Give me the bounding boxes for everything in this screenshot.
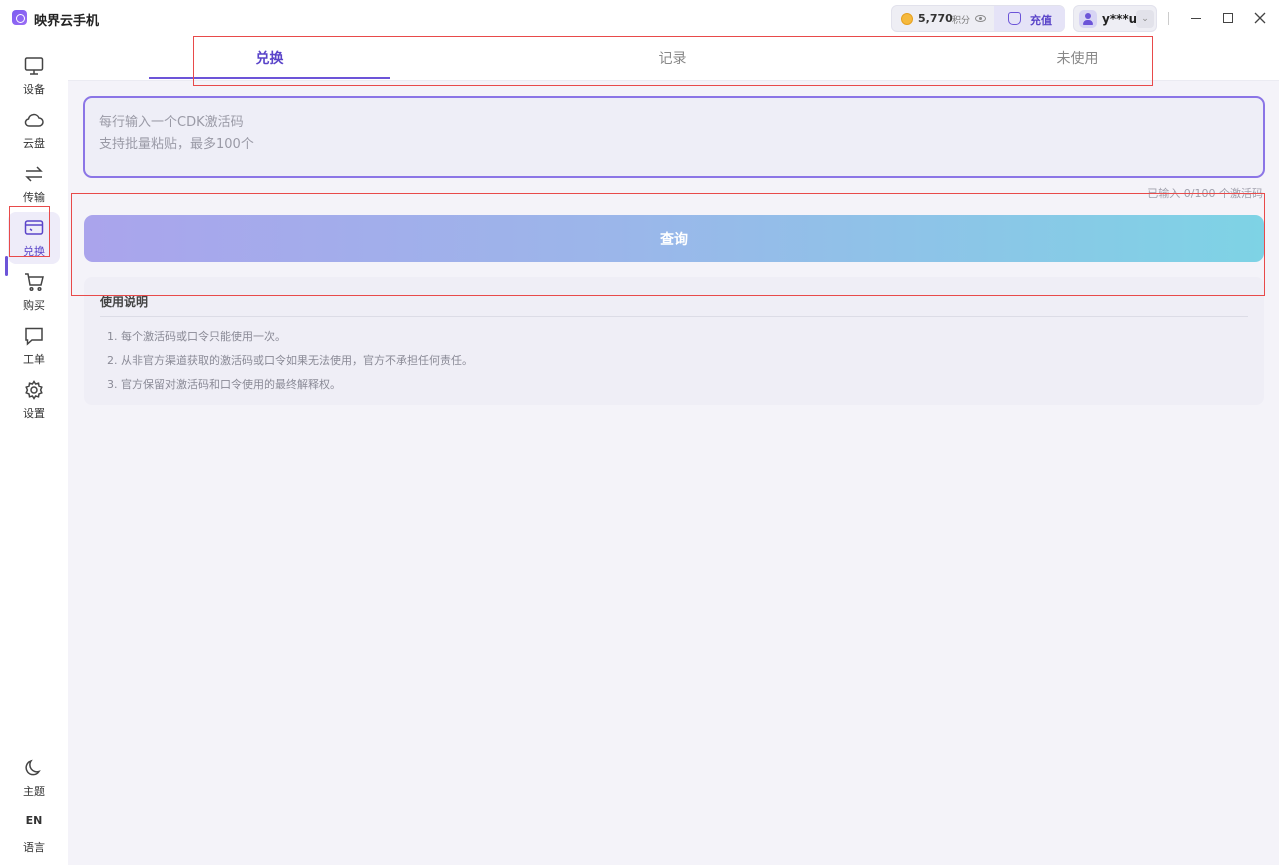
sidebar-item-label: 设备 [23, 83, 45, 96]
redeem-icon [24, 220, 44, 235]
sidebar-item-label: 云盘 [23, 137, 45, 150]
tab-unused[interactable]: 未使用 [957, 36, 1198, 81]
title-bar: 映界云手机 5,770 积分 充值 y***u ⌄ [0, 0, 1280, 36]
sidebar-item-label: 购买 [23, 299, 45, 312]
sidebar-item-settings[interactable]: 设置 [8, 374, 60, 426]
main-content: 兑换 记录 未使用 已输入 0/100 个激活码 查询 使用说明 1. 每个激活… [68, 36, 1279, 865]
avatar-icon [1079, 10, 1097, 28]
usage-title: 使用说明 [100, 295, 149, 309]
sidebar: 设备 云盘 传输 兑换 购买 工单 设置 主题 EN 语言 [0, 36, 68, 866]
sidebar-item-label: 设置 [23, 407, 45, 420]
usage-line: 2. 从非官方渠道获取的激活码或口令如果无法使用，官方不承担任何责任。 [107, 354, 473, 367]
points-value: 5,770 [918, 12, 953, 25]
transfer-icon [25, 166, 43, 182]
sidebar-item-devices[interactable]: 设备 [8, 50, 60, 102]
monitor-icon [24, 57, 44, 75]
recharge-label: 充值 [1030, 14, 1052, 27]
close-button[interactable] [1250, 8, 1270, 28]
app-title: 映界云手机 [34, 14, 100, 29]
recharge-button[interactable]: 充值 [994, 6, 1065, 31]
sidebar-item-label: 兑换 [23, 245, 45, 258]
active-indicator [5, 256, 8, 276]
maximize-icon [1223, 13, 1233, 23]
language-label: 语言 [23, 841, 45, 854]
tab-redeem[interactable]: 兑换 [149, 36, 390, 81]
money-bag-icon [1008, 12, 1021, 25]
cloud-icon [24, 113, 44, 127]
coin-icon [901, 13, 913, 25]
sidebar-item-transfer[interactable]: 传输 [8, 158, 60, 210]
cart-icon [25, 273, 44, 292]
language-toggle[interactable]: EN 语言 [8, 808, 60, 860]
usage-line: 1. 每个激活码或口令只能使用一次。 [107, 330, 286, 343]
sidebar-item-tickets[interactable]: 工单 [8, 320, 60, 372]
query-button[interactable]: 查询 [84, 215, 1264, 262]
ticket-icon [25, 327, 43, 346]
close-icon [1254, 12, 1266, 24]
theme-label: 主题 [23, 785, 45, 798]
window-controls-divider [1168, 12, 1169, 25]
points-box: 5,770 积分 充值 [891, 5, 1065, 32]
app-logo-icon [12, 10, 27, 25]
language-code: EN [25, 814, 43, 827]
moon-icon [25, 759, 41, 776]
minimize-icon [1191, 18, 1201, 19]
username: y***u [1102, 12, 1138, 26]
sidebar-item-buy[interactable]: 购买 [8, 266, 60, 318]
sidebar-item-redeem[interactable]: 兑换 [8, 212, 60, 264]
tab-underline [149, 77, 390, 79]
sidebar-item-cloud-drive[interactable]: 云盘 [8, 104, 60, 156]
theme-toggle[interactable]: 主题 [8, 752, 60, 804]
cdk-input[interactable] [83, 96, 1265, 178]
gear-icon [25, 380, 43, 400]
user-menu[interactable]: y***u ⌄ [1073, 5, 1157, 32]
maximize-button[interactable] [1218, 8, 1238, 28]
input-counter: 已输入 0/100 个激活码 [1147, 187, 1263, 200]
sidebar-item-label: 传输 [23, 191, 45, 204]
sidebar-item-label: 工单 [23, 353, 45, 366]
usage-divider [100, 316, 1248, 317]
usage-instructions: 使用说明 1. 每个激活码或口令只能使用一次。 2. 从非官方渠道获取的激活码或… [84, 277, 1264, 405]
tab-bar: 兑换 记录 未使用 [68, 36, 1279, 81]
eye-icon[interactable] [975, 15, 986, 22]
points-unit: 积分 [952, 16, 971, 26]
usage-line: 3. 官方保留对激活码和口令使用的最终解释权。 [107, 378, 341, 391]
chevron-down-icon[interactable]: ⌄ [1136, 10, 1154, 28]
minimize-button[interactable] [1186, 8, 1206, 28]
tab-records[interactable]: 记录 [552, 36, 793, 81]
